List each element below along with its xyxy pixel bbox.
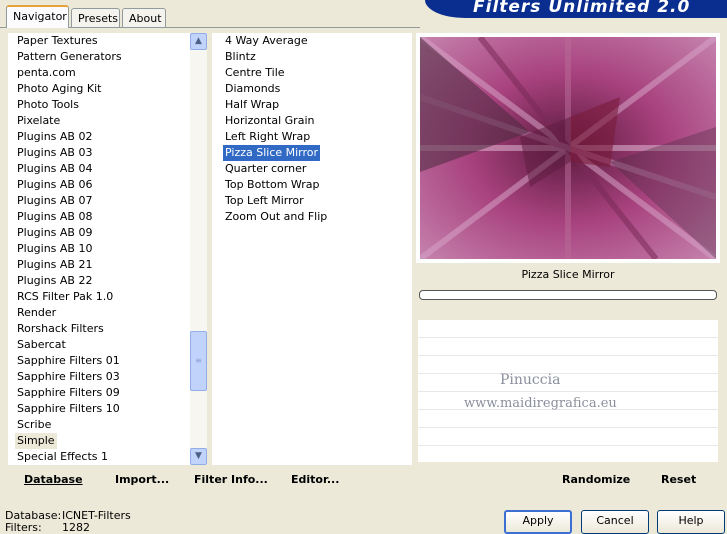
category-scrollbar[interactable]: ▲ ≡ ▼ [190,33,207,465]
filter-list[interactable]: 4 Way Average Blintz Centre Tile Diamonds Ha… [212,33,412,465]
category-item[interactable]: Simple [15,433,57,449]
category-item[interactable]: Plugins AB 21 [15,257,94,273]
watermark-url: www.maidiregrafica.eu [464,396,617,411]
category-item[interactable]: Photo Aging Kit [15,81,103,97]
filter-item[interactable]: Blintz [223,49,258,65]
scroll-up-icon[interactable]: ▲ [190,33,207,50]
watermark-name: Pinuccia [500,372,561,388]
category-item[interactable]: Sapphire Filters 10 [15,401,122,417]
tab-about[interactable]: About [122,8,166,27]
category-item[interactable]: Pixelate [15,113,62,129]
scroll-down-icon[interactable]: ▼ [190,448,207,465]
filter-item[interactable]: Top Bottom Wrap [223,177,322,193]
randomize-button[interactable]: Randomize [562,473,630,486]
category-item[interactable]: Plugins AB 06 [15,177,94,193]
category-item[interactable]: Plugins AB 10 [15,241,94,257]
category-list[interactable]: Paper Textures Pattern Generators penta.co… [8,33,190,465]
category-item[interactable]: Sapphire Filters 03 [15,369,122,385]
help-button[interactable]: Help [657,510,725,534]
parameter-row-divider [418,427,718,428]
parameter-row-divider [418,355,718,356]
category-item[interactable]: Sabercat [15,337,68,353]
status-filters-label: Filters: [5,521,42,534]
category-item[interactable]: Plugins AB 02 [15,129,94,145]
category-item[interactable]: penta.com [15,65,78,81]
reset-button[interactable]: Reset [661,473,696,486]
category-item[interactable]: Plugins AB 22 [15,273,94,289]
category-item[interactable]: Plugins AB 08 [15,209,94,225]
scroll-thumb[interactable]: ≡ [190,331,207,391]
parameter-row-divider [418,373,718,374]
category-item[interactable]: RCS Filter Pak 1.0 [15,289,115,305]
app-title: Filters Unlimited 2.0 [473,0,691,17]
category-item[interactable]: Paper Textures [15,33,100,49]
category-item[interactable]: Render [15,305,58,321]
parameter-row-divider [418,391,718,392]
parameter-row-divider [418,445,718,446]
category-item[interactable]: Scribe [15,417,53,433]
parameter-row-divider [418,337,718,338]
filter-item[interactable]: Pizza Slice Mirror [223,145,321,161]
category-item[interactable]: Plugins AB 09 [15,225,94,241]
filter-item[interactable]: Left Right Wrap [223,129,312,145]
preview-image [420,37,716,259]
tab-about-label: About [129,12,162,25]
preview-filter-name: Pizza Slice Mirror [521,268,615,281]
filter-info-button[interactable]: Filter Info... [194,473,268,486]
database-button[interactable]: Database [24,473,83,486]
tab-presets[interactable]: Presets [71,8,120,27]
preview-graphic [420,37,716,259]
category-item[interactable]: Sapphire Filters 01 [15,353,122,369]
cancel-button[interactable]: Cancel [581,510,649,534]
category-item[interactable]: Plugins AB 07 [15,193,94,209]
filter-item[interactable]: 4 Way Average [223,33,310,49]
apply-button[interactable]: Apply [504,510,572,534]
import-button[interactable]: Import... [115,473,169,486]
tab-presets-label: Presets [78,12,119,25]
filter-item[interactable]: Half Wrap [223,97,281,113]
filter-item[interactable]: Horizontal Grain [223,113,316,129]
category-item[interactable]: Plugins AB 04 [15,161,94,177]
filter-item[interactable]: Quarter corner [223,161,308,177]
editor-button[interactable]: Editor... [291,473,339,486]
category-item[interactable]: Sapphire Filters 09 [15,385,122,401]
tab-navigator[interactable]: Navigator [6,5,69,28]
category-item[interactable]: Pattern Generators [15,49,124,65]
filter-item[interactable]: Zoom Out and Flip [223,209,329,225]
filter-item[interactable]: Diamonds [223,81,282,97]
filter-item[interactable]: Centre Tile [223,65,287,81]
parameter-area: Pinuccia www.maidiregrafica.eu [418,320,718,462]
progress-bar [419,290,717,300]
filter-item[interactable]: Top Left Mirror [223,193,306,209]
status-filters-value: 1282 [62,521,90,534]
category-item[interactable]: Rorshack Filters [15,321,106,337]
category-item[interactable]: Plugins AB 03 [15,145,94,161]
category-item[interactable]: Photo Tools [15,97,81,113]
tab-navigator-label: Navigator [13,10,67,23]
category-item[interactable]: Special Effects 1 [15,449,110,465]
